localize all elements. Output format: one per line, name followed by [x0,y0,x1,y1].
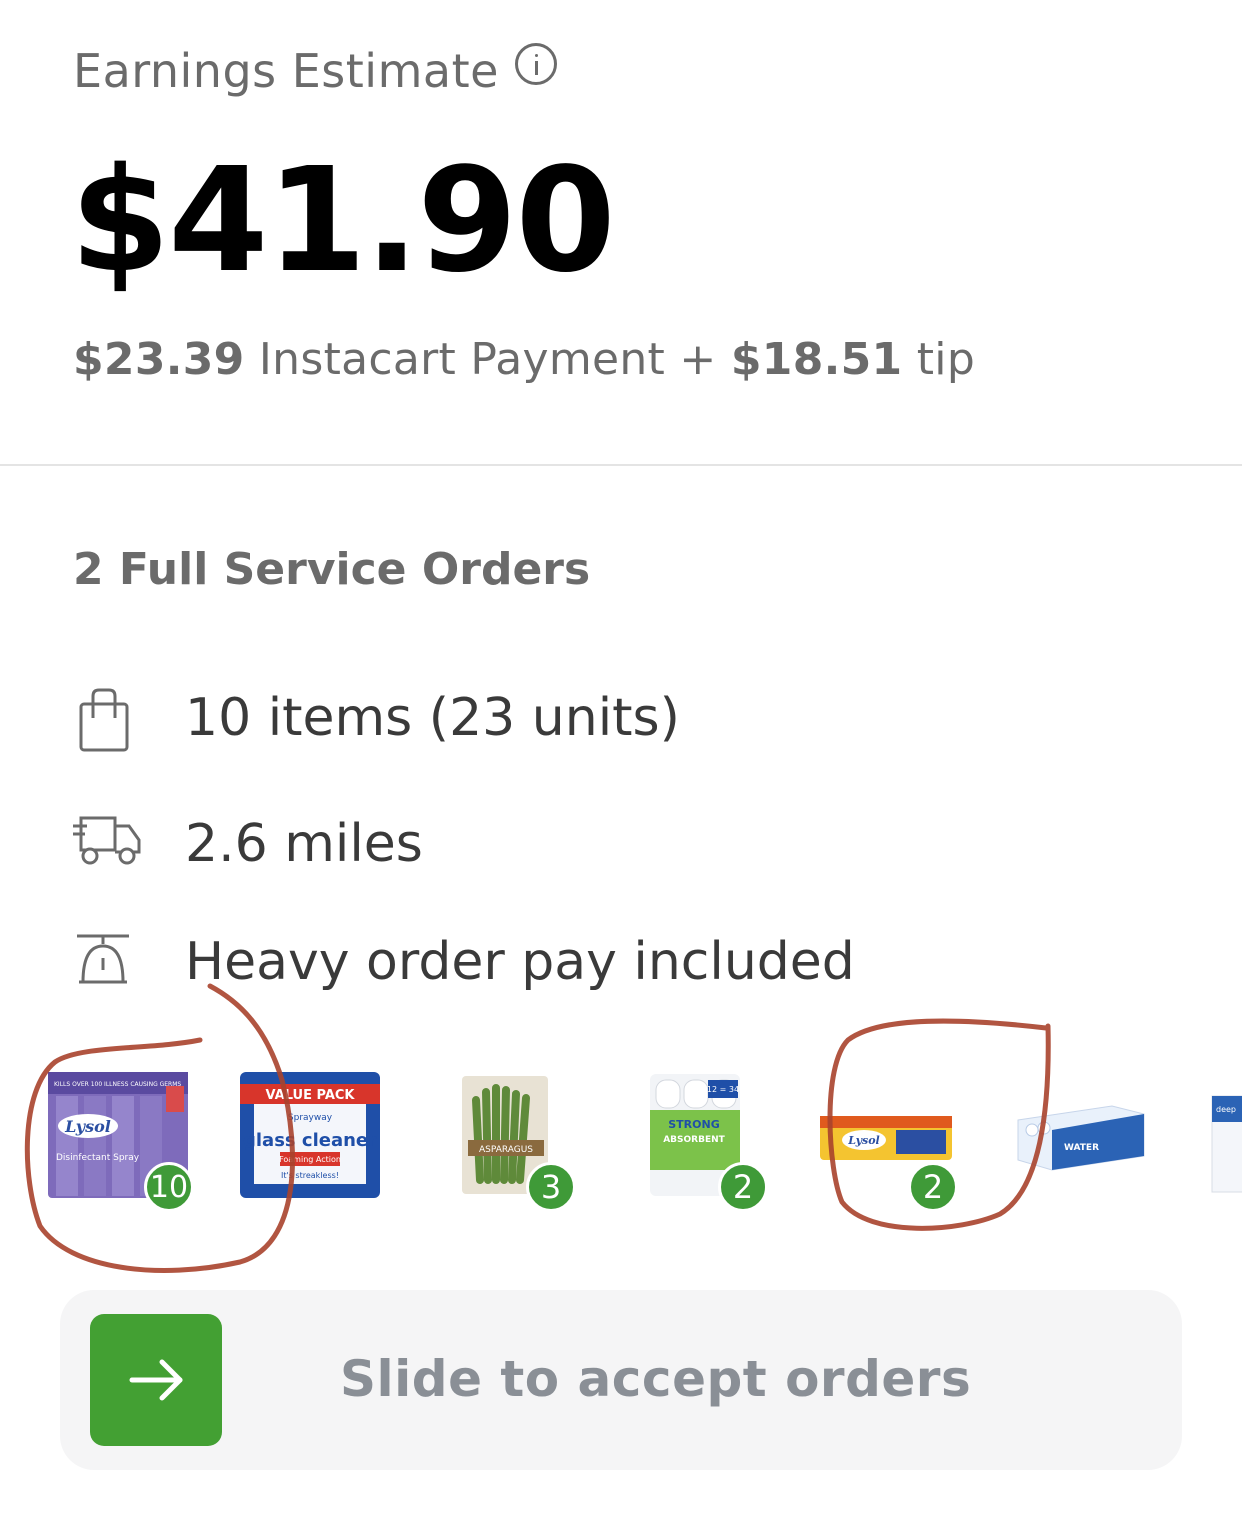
glass-cleaner-image: VALUE PACK Sprayway glass cleaner Foamin… [240,1072,380,1198]
detail-row-items: 10 items (23 units) [73,688,680,754]
earnings-estimate-header: Earnings Estimate [73,43,557,98]
earnings-breakdown: $23.39 Instacart Payment + $18.51 tip [73,334,975,385]
shopping-bag-icon [73,688,143,754]
svg-text:It's streakless!: It's streakless! [281,1171,339,1180]
tip-label: tip [916,334,976,385]
water-bottles-image: WATER [1017,1105,1145,1171]
item-thumbnail[interactable]: Lysol 2 [818,1070,958,1212]
quantity-badge: 10 [144,1162,194,1212]
svg-text:12 = 34: 12 = 34 [707,1085,739,1094]
tip-amount: $18.51 [730,334,903,385]
payment-amount: $23.39 [73,334,245,385]
quantity-badge: 2 [718,1162,768,1212]
detail-text: 10 items (23 units) [185,688,680,748]
earnings-estimate-label: Earnings Estimate [73,44,499,98]
detail-row-heavy: Heavy order pay included [73,932,855,998]
svg-text:deep: deep [1216,1105,1236,1114]
detail-row-distance: 2.6 miles [73,812,423,878]
detail-text: Heavy order pay included [185,932,855,992]
svg-text:Foaming Action: Foaming Action [279,1155,341,1164]
detail-text: 2.6 miles [185,814,423,874]
svg-text:glass cleaner: glass cleaner [243,1130,377,1151]
svg-text:Lysol: Lysol [64,1117,111,1136]
item-thumbnail[interactable]: Lysol KILLS OVER 100 ILLNESS CAUSING GER… [48,1070,194,1212]
svg-text:KILLS OVER 100 ILLNESS CAUSING: KILLS OVER 100 ILLNESS CAUSING GERMS [54,1081,181,1088]
info-icon[interactable] [514,43,557,85]
delivery-truck-icon [73,812,143,878]
arrow-right-icon [129,1359,183,1401]
svg-text:Lysol: Lysol [847,1134,879,1147]
item-thumbnail[interactable]: WATER [1012,1070,1148,1204]
orders-title: 2 Full Service Orders [73,544,591,595]
payment-label: Instacart Payment + [258,334,717,385]
slider-handle[interactable] [90,1314,222,1446]
svg-text:Disinfectant Spray: Disinfectant Spray [56,1153,140,1163]
section-divider [0,464,1242,466]
svg-text:VALUE PACK: VALUE PACK [265,1088,355,1103]
quantity-badge: 3 [526,1162,576,1212]
item-thumbnail[interactable]: ASPARAGUS 3 [460,1070,576,1212]
scale-icon [73,932,143,998]
svg-text:ABSORBENT: ABSORBENT [663,1135,725,1145]
svg-text:Sprayway: Sprayway [288,1113,333,1123]
item-thumbnail[interactable]: STRONG ABSORBENT 12 = 34 2 [648,1070,768,1212]
slider-label: Slide to accept orders [340,1350,972,1408]
item-thumbnail[interactable]: VALUE PACK Sprayway glass cleaner Foamin… [240,1070,382,1204]
deep-product-image: deep [1211,1095,1242,1193]
earnings-amount: $41.90 [70,136,616,304]
item-thumbnail[interactable]: deep [1210,1070,1242,1204]
slide-to-accept[interactable]: Slide to accept orders [60,1290,1182,1470]
svg-text:ASPARAGUS: ASPARAGUS [479,1145,533,1155]
svg-text:STRONG: STRONG [668,1118,719,1131]
svg-text:WATER: WATER [1064,1143,1099,1153]
item-thumbnails[interactable]: Lysol KILLS OVER 100 ILLNESS CAUSING GER… [0,1060,1242,1220]
quantity-badge: 2 [908,1162,958,1212]
